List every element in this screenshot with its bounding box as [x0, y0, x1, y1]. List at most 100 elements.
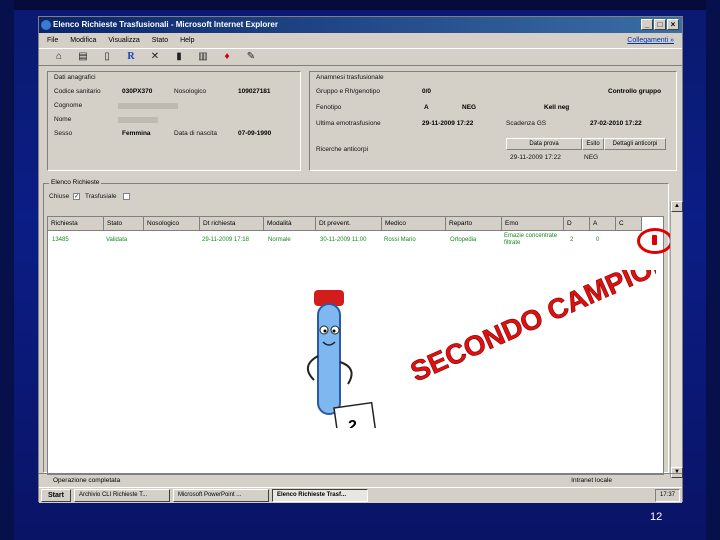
- slide-right-band: [706, 0, 720, 540]
- ultima-emotrasfusione-value: 29-11-2009 17:22: [422, 120, 474, 127]
- anamnesi-title: Anamnesi trasfusionale: [316, 74, 384, 81]
- gruppo-label: Gruppo e Rh/genotipo: [316, 88, 380, 95]
- taskbar-item-powerpoint[interactable]: Microsoft PowerPoint ...: [172, 489, 269, 502]
- sesso-label: Sesso: [54, 130, 73, 137]
- delete-icon[interactable]: ✕: [147, 50, 163, 64]
- anamnesi-panel: Anamnesi trasfusionale Gruppo e Rh/genot…: [309, 71, 677, 171]
- menu-visualizza[interactable]: Visualizza: [108, 34, 139, 48]
- system-tray: 17:37: [654, 489, 680, 502]
- col-dt-richiesta[interactable]: Dt richiesta: [200, 217, 264, 231]
- row-emo: Emazie concentrate filtrate: [504, 233, 558, 246]
- controllo-gruppo-label: Controllo gruppo: [608, 88, 662, 95]
- fenotipo-c: Kell neg: [544, 104, 570, 111]
- richieste-group-title: Elenco Richieste: [49, 179, 102, 186]
- data-prova-header[interactable]: Data prova: [506, 138, 582, 150]
- esito-value: NEG: [584, 154, 599, 161]
- data-nascita-value: 07-09-1990: [238, 130, 272, 137]
- test-tube-illustration: 2: [307, 290, 377, 437]
- calendar-number: 2: [348, 418, 357, 428]
- cognome-label: Cognome: [54, 102, 83, 109]
- menu-modifica[interactable]: Modifica: [70, 34, 96, 48]
- chiuse-checkbox[interactable]: ✓: [73, 193, 80, 200]
- menu-file[interactable]: File: [47, 34, 58, 48]
- data-nascita-label: Data di nascita: [174, 130, 217, 137]
- toolbar: ⌂ ▤ ▯ R ✕ ▮ ▥ ♦ ✎: [39, 48, 682, 66]
- blood-drop-icon[interactable]: ♦: [219, 50, 235, 64]
- trasfusiale-checkbox[interactable]: [123, 193, 130, 200]
- fenotipo-b: NEG: [462, 104, 477, 111]
- columns-icon[interactable]: ▥: [195, 50, 211, 64]
- links-menu[interactable]: Collegamenti »: [627, 34, 674, 48]
- taskbar: Start Archivio CLI Richieste T... Micros…: [39, 487, 682, 503]
- taskbar-item-elenco[interactable]: Elenco Richieste Trasf...: [271, 489, 368, 502]
- minimize-button[interactable]: _: [641, 19, 653, 30]
- menu-bar: File Modifica Visualizza Stato Help Coll…: [39, 34, 682, 48]
- window-controls: _ □ ×: [641, 19, 679, 30]
- cognome-redacted: [118, 103, 178, 109]
- menu-help[interactable]: Help: [180, 34, 194, 48]
- secondo-campione-overlay: SECONDO CAMPIONE: [406, 270, 656, 388]
- vertical-scrollbar[interactable]: ▲ ▼: [670, 201, 683, 478]
- codice-sanitario-label: Codice sanitario: [54, 88, 101, 95]
- col-medico[interactable]: Medico: [382, 217, 446, 231]
- row-richiesta: 13485: [52, 237, 69, 243]
- esito-header[interactable]: Esito: [582, 138, 604, 150]
- fenotipo-a: A: [424, 104, 429, 111]
- refresh-icon[interactable]: R: [123, 50, 139, 64]
- window-title: Elenco Richieste Trasfusionali - Microso…: [53, 20, 278, 29]
- trasfusiale-label: Trasfusiale: [85, 193, 117, 200]
- browser-window: Elenco Richieste Trasfusionali - Microso…: [38, 16, 683, 503]
- scadenza-value: 27-02-2010 17:22: [590, 120, 642, 127]
- maximize-button[interactable]: □: [654, 19, 666, 30]
- row-medico: Rossi Mario: [384, 237, 416, 243]
- col-nosologico[interactable]: Nosologico: [144, 217, 200, 231]
- edit-icon[interactable]: ✎: [243, 50, 259, 64]
- row-dt-prevent: 30-11-2009 11:00: [320, 237, 367, 243]
- internet-explorer-icon: [41, 20, 51, 30]
- col-richiesta[interactable]: Richiesta: [48, 217, 104, 231]
- row-d: 2: [570, 237, 574, 243]
- overlay-text: SECONDO CAMPIONE: [406, 270, 656, 387]
- status-text: Operazione completata: [53, 477, 121, 484]
- row-reparto: Ortopedia: [450, 237, 477, 243]
- col-dt-prevent[interactable]: Dt prevent.: [316, 217, 382, 231]
- col-reparto[interactable]: Reparto: [446, 217, 502, 231]
- chiuse-label: Chiuse: [49, 193, 70, 200]
- col-a[interactable]: A: [590, 217, 616, 231]
- home-icon[interactable]: ⌂: [51, 50, 67, 64]
- start-button[interactable]: Start: [41, 489, 71, 502]
- status-zone: Intranet locale: [571, 477, 612, 484]
- fenotipo-label: Fenotipo: [316, 104, 342, 111]
- col-d[interactable]: D: [564, 217, 590, 231]
- close-button[interactable]: ×: [667, 19, 679, 30]
- status-bar: Operazione completata Intranet locale: [39, 473, 682, 486]
- menu-stato[interactable]: Stato: [152, 34, 168, 48]
- codice-sanitario-value: 030PX370: [122, 88, 153, 95]
- col-emo[interactable]: Emo: [502, 217, 564, 231]
- row-modalita: Normale: [268, 237, 291, 243]
- slide-left-band: [0, 0, 14, 540]
- gruppo-value: 0/0: [422, 88, 432, 95]
- nome-label: Nome: [54, 116, 72, 123]
- window-titlebar: Elenco Richieste Trasfusionali - Microso…: [39, 17, 682, 33]
- col-c[interactable]: C: [616, 217, 642, 231]
- ricerche-anticorpi-label: Ricerche anticorpi: [316, 146, 369, 153]
- second-sample-flag-icon[interactable]: [652, 235, 657, 245]
- scroll-up-icon[interactable]: ▲: [671, 201, 683, 212]
- clock: 17:37: [659, 492, 675, 498]
- row-a: 0: [596, 237, 600, 243]
- slide-number: 12: [650, 511, 663, 523]
- row-stato: Validata: [106, 237, 128, 243]
- save-icon[interactable]: ▮: [171, 50, 187, 64]
- row-dt-richiesta: 29-11-2009 17:18: [202, 237, 249, 243]
- anagrafica-title: Dati anagrafici: [54, 74, 96, 81]
- document-icon[interactable]: ▯: [99, 50, 115, 64]
- dettagli-anticorpi-header[interactable]: Dettagli anticorpi: [604, 138, 666, 150]
- nosologico-label: Nosologico: [174, 88, 207, 95]
- taskbar-item-archivio[interactable]: Archivio CLI Richieste T...: [73, 489, 170, 502]
- col-modalita[interactable]: Modalità: [264, 217, 316, 231]
- nome-redacted: [118, 117, 158, 123]
- col-stato[interactable]: Stato: [104, 217, 144, 231]
- test-tube-clipart: 2: [288, 276, 384, 437]
- print-icon[interactable]: ▤: [75, 50, 91, 64]
